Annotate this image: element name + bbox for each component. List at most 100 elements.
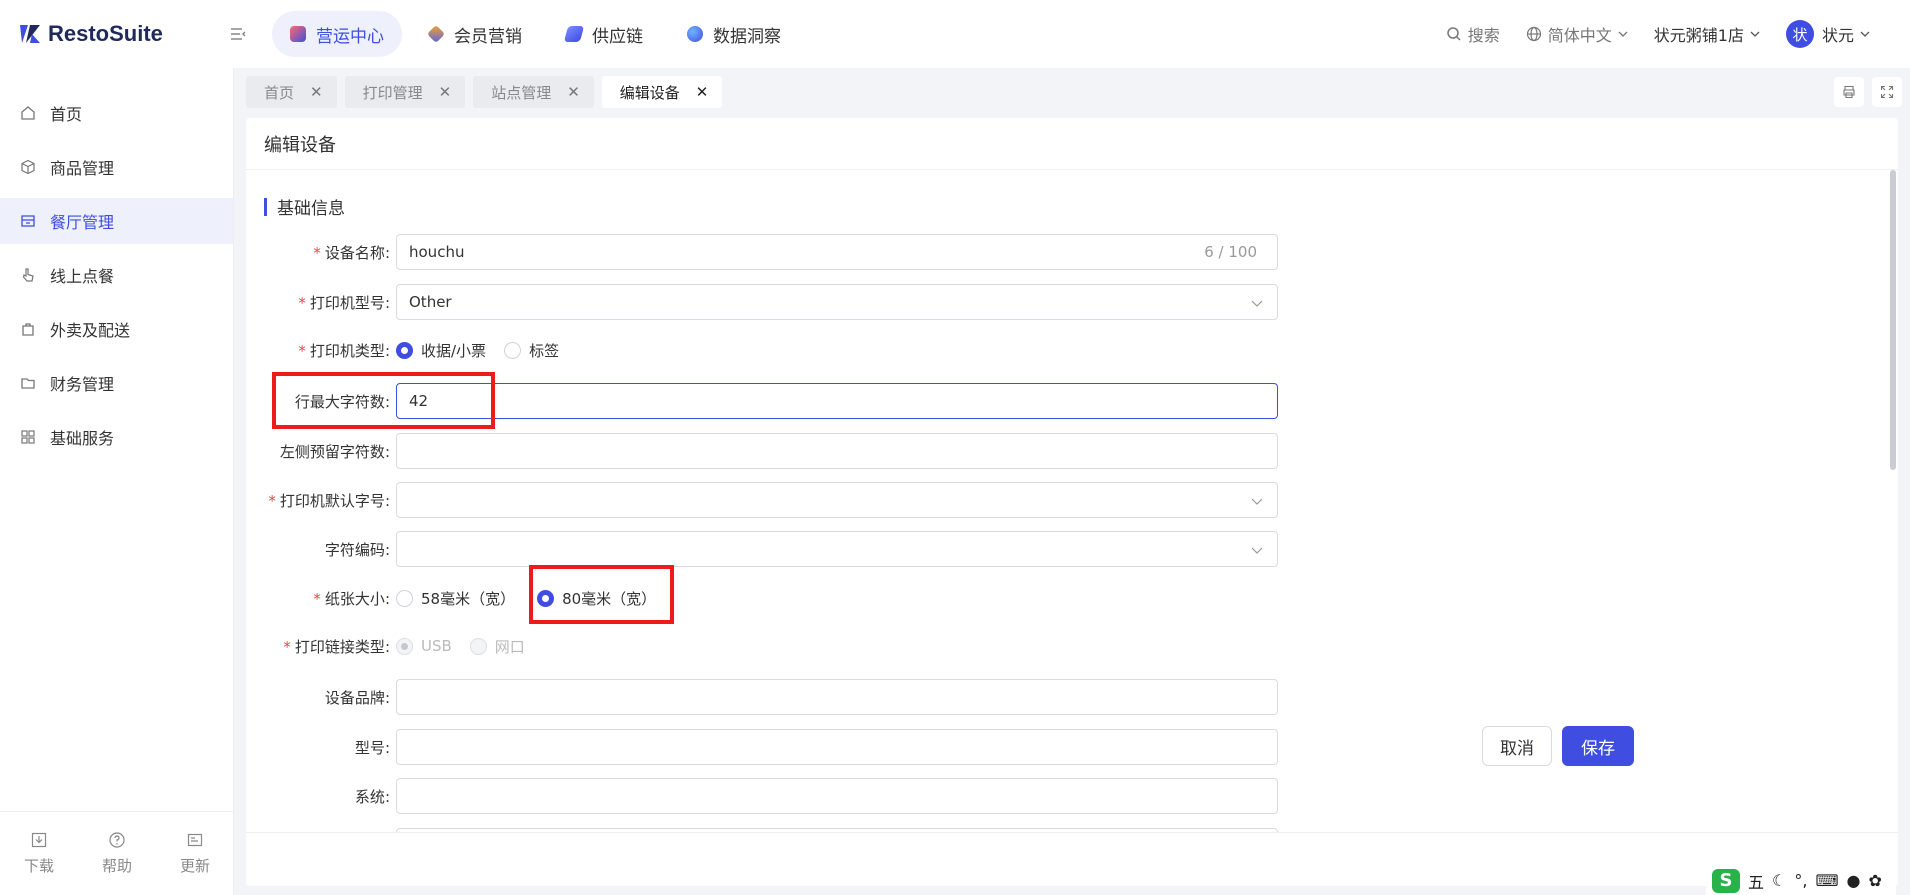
scrollbar[interactable] bbox=[1890, 170, 1896, 470]
tab-label: 编辑设备 bbox=[619, 83, 680, 102]
keyboard-icon: ⌨ bbox=[1815, 871, 1839, 890]
avatar: 状 bbox=[1785, 20, 1814, 48]
chevron-down-icon bbox=[1750, 31, 1760, 37]
label-text: 字符编码 bbox=[324, 540, 385, 559]
radio-receipt[interactable]: 收据/小票 bbox=[396, 340, 486, 361]
radio-label: 58毫米（宽） bbox=[421, 589, 516, 608]
user-menu[interactable]: 状 状元 bbox=[1785, 20, 1870, 48]
max-chars-input[interactable]: 42 bbox=[396, 383, 1278, 419]
form-row-printer-model: * 打印机型号: Other bbox=[246, 284, 1278, 320]
main-panel: 编辑设备 基础信息 * 设备名称: houchu 6 / 100 * 打印机型号: … bbox=[246, 118, 1898, 886]
tab-print-management[interactable]: 打印管理 ✕ bbox=[344, 76, 466, 108]
sidebar-item-home[interactable]: 首页 bbox=[0, 90, 233, 136]
sidebar-item-restaurant[interactable]: 餐厅管理 bbox=[0, 198, 233, 244]
topnav-supply-chain[interactable]: 供应链 bbox=[548, 11, 661, 57]
topnav-label: 供应链 bbox=[592, 26, 643, 47]
chevron-down-icon bbox=[1251, 547, 1263, 554]
download-label: 下载 bbox=[23, 857, 54, 875]
system-input[interactable] bbox=[396, 778, 1278, 814]
default-font-select[interactable] bbox=[396, 482, 1278, 518]
radio-circle bbox=[504, 341, 522, 359]
radio-label: 标签 bbox=[529, 341, 560, 360]
close-icon[interactable]: ✕ bbox=[310, 83, 323, 101]
update-label: 更新 bbox=[179, 857, 210, 875]
left-reserved-input[interactable] bbox=[396, 433, 1278, 469]
language-label: 简体中文 bbox=[1547, 26, 1612, 45]
close-icon[interactable]: ✕ bbox=[696, 83, 709, 101]
folder-icon bbox=[21, 378, 35, 389]
label-text: 系统 bbox=[354, 787, 385, 806]
cube-icon bbox=[21, 159, 35, 175]
radio-label: USB bbox=[421, 637, 452, 655]
download-icon bbox=[31, 832, 47, 848]
data-insight-icon bbox=[687, 26, 703, 42]
ime-toolbar[interactable]: S 五 ☾ °, ⌨ ● ✿ bbox=[1706, 866, 1896, 895]
sidebar-item-products[interactable]: 商品管理 bbox=[0, 144, 233, 190]
printer-model-select[interactable]: Other bbox=[396, 284, 1278, 320]
device-name-input[interactable]: houchu 6 / 100 bbox=[396, 234, 1278, 270]
save-button[interactable]: 保存 bbox=[1562, 726, 1634, 766]
tab-label: 首页 bbox=[264, 83, 295, 102]
sidebar-item-finance[interactable]: 财务管理 bbox=[0, 360, 233, 406]
topnav-data-insight[interactable]: 数据洞察 bbox=[669, 11, 799, 57]
language-selector[interactable]: 简体中文 bbox=[1526, 22, 1628, 46]
tab-edit-device[interactable]: 编辑设备 ✕ bbox=[601, 76, 723, 108]
topnav-marketing[interactable]: 会员营销 bbox=[410, 11, 540, 57]
sidebar-item-basic-services[interactable]: 基础服务 bbox=[0, 414, 233, 460]
radio-usb: USB bbox=[396, 637, 452, 655]
form-row-default-font: * 打印机默认字号: bbox=[246, 482, 1278, 518]
help-button[interactable]: 帮助 bbox=[102, 831, 132, 876]
close-icon[interactable]: ✕ bbox=[439, 83, 452, 101]
radio-label: 网口 bbox=[494, 637, 525, 656]
annotation-box-max-chars bbox=[272, 372, 495, 429]
tab-label: 打印管理 bbox=[362, 83, 423, 102]
collapse-menu-icon[interactable] bbox=[228, 24, 248, 44]
section-title: 基础信息 bbox=[264, 194, 345, 219]
tab-station-management[interactable]: 站点管理 ✕ bbox=[473, 76, 594, 108]
store-label: 状元粥铺1店 bbox=[1653, 26, 1744, 45]
form-row-printer-type: * 打印机类型: 收据/小票 标签 bbox=[246, 332, 577, 368]
search-button[interactable]: 搜索 bbox=[1446, 22, 1500, 46]
form-label: * 打印机类型: bbox=[298, 341, 390, 360]
form-row-device-name: * 设备名称: houchu 6 / 100 bbox=[246, 234, 1278, 270]
tab-tools bbox=[1826, 77, 1902, 107]
form-row-system: 系统: bbox=[246, 778, 1278, 814]
radio-label-type[interactable]: 标签 bbox=[504, 340, 559, 361]
topnav-operations[interactable]: 营运中心 bbox=[272, 11, 402, 57]
sidebar-bottom: 下载 帮助 更新 bbox=[0, 811, 234, 895]
store-icon bbox=[21, 215, 35, 227]
form-label: * 设备名称: bbox=[313, 243, 390, 262]
store-selector[interactable]: 状元粥铺1店 bbox=[1654, 22, 1760, 46]
download-button[interactable]: 下载 bbox=[24, 831, 54, 876]
model-input[interactable] bbox=[396, 729, 1278, 765]
topnav-label: 营运中心 bbox=[316, 26, 384, 47]
help-icon bbox=[109, 832, 125, 848]
radio-58mm[interactable]: 58毫米（宽） bbox=[396, 588, 515, 609]
brand-input[interactable] bbox=[396, 679, 1278, 715]
required-mark: * bbox=[313, 589, 321, 608]
app-logo[interactable]: RestoSuite bbox=[18, 21, 228, 47]
user-icon: ● bbox=[1846, 871, 1861, 890]
tab-home[interactable]: 首页 ✕ bbox=[246, 76, 337, 108]
annotation-box-paper-size bbox=[529, 565, 674, 624]
sidebar-item-delivery[interactable]: 外卖及配送 bbox=[0, 306, 233, 352]
update-button[interactable]: 更新 bbox=[180, 831, 210, 876]
cancel-button[interactable]: 取消 bbox=[1482, 726, 1552, 766]
footer-bar bbox=[246, 832, 1898, 886]
topnav-label: 会员营销 bbox=[454, 26, 522, 47]
fullscreen-button[interactable] bbox=[1872, 77, 1902, 107]
form-label: 系统: bbox=[354, 787, 390, 806]
form-label: 型号: bbox=[354, 738, 390, 757]
printer-tool-button[interactable] bbox=[1834, 77, 1864, 107]
user-name: 状元 bbox=[1821, 26, 1854, 45]
close-icon[interactable]: ✕ bbox=[567, 83, 580, 101]
help-label: 帮助 bbox=[101, 857, 132, 875]
chevron-down-icon bbox=[1251, 300, 1263, 307]
fullscreen-icon bbox=[1880, 85, 1894, 99]
form-row-model: 型号: bbox=[246, 729, 1278, 765]
supply-chain-icon bbox=[563, 26, 585, 42]
label-text: 左侧预留字符数 bbox=[279, 442, 385, 461]
sidebar-item-online-order[interactable]: 线上点餐 bbox=[0, 252, 233, 298]
encoding-select[interactable] bbox=[396, 531, 1278, 567]
required-mark: * bbox=[298, 341, 306, 360]
